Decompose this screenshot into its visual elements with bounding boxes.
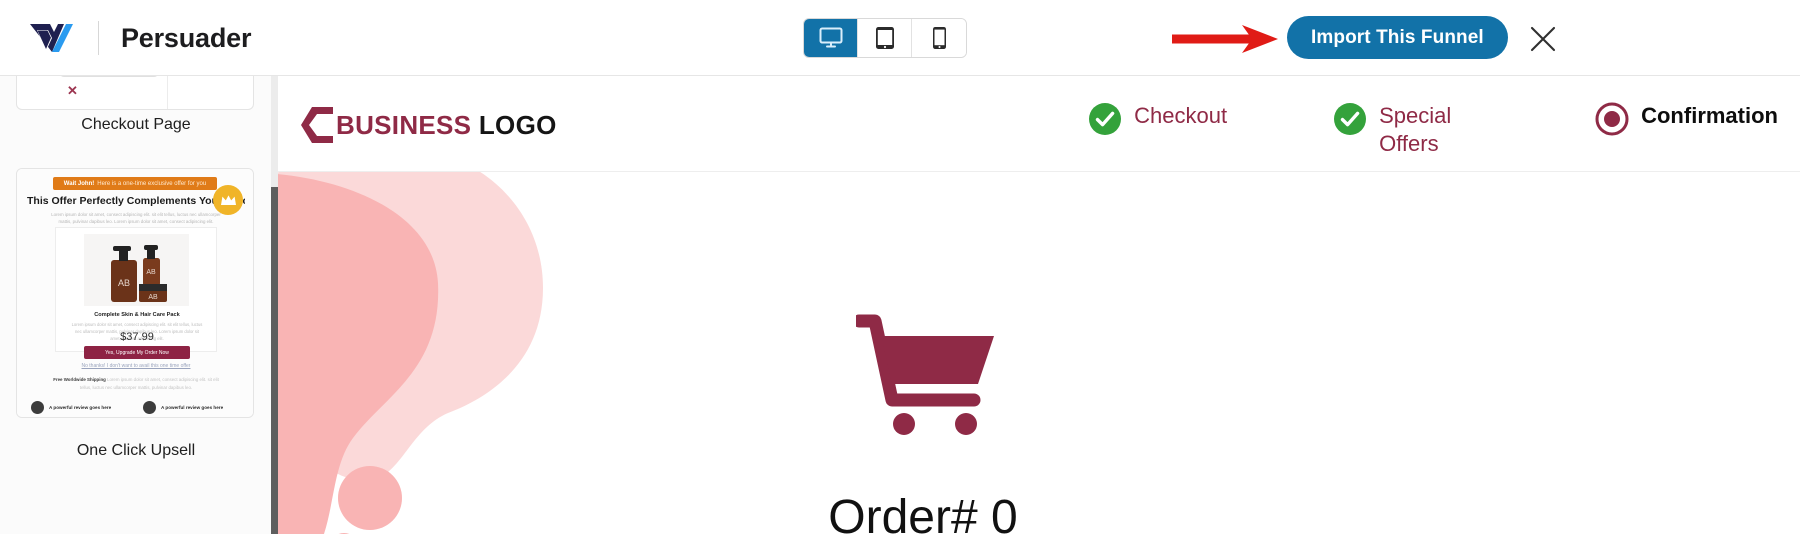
thumb-subtext: Lorem ipsum dolor sit amet, consect adip…: [51, 212, 221, 225]
decorative-blob: [278, 172, 543, 534]
device-toggle-group[interactable]: [803, 18, 967, 58]
thumb-payment-panel: Payment Information: [167, 76, 253, 109]
thumb-product-card: AB AB AB Complete Skin & Hair Care Pack …: [55, 227, 217, 359]
thumb-banner-text: Here is a one-time exclusive offer for y…: [97, 180, 207, 187]
red-arrow-icon: [1172, 25, 1278, 53]
preview-page-body: Order# 0: [278, 172, 1800, 534]
thumb-banner-bold: Wait John!: [63, 180, 95, 187]
radio-filled-icon: [1595, 102, 1629, 136]
thumb-footer-bold: Free Worldwide Shipping: [53, 377, 106, 382]
check-circle-icon: [1089, 103, 1122, 135]
thumb-upgrade-button[interactable]: Yes, Upgrade My Order Now: [84, 346, 190, 359]
business-logo-primary: BUSINESS: [336, 109, 472, 140]
thumb-footer-text: Free Worldwide Shipping Lorem ipsum dolo…: [51, 376, 221, 392]
step-checkout[interactable]: Checkout: [1088, 102, 1227, 136]
thumb-form-box: [59, 76, 159, 77]
svg-text:AB: AB: [148, 294, 158, 301]
svg-text:AB: AB: [117, 278, 129, 288]
thumb-close-mark: ✕: [67, 83, 78, 98]
step-confirmation[interactable]: Confirmation: [1595, 102, 1778, 136]
svg-text:AB: AB: [146, 269, 156, 276]
desktop-icon: [819, 27, 842, 48]
crown-icon: [220, 194, 236, 205]
import-funnel-button[interactable]: Import This Funnel: [1287, 16, 1508, 59]
check-circle-icon: [1334, 103, 1367, 135]
avatar: [31, 401, 44, 414]
shopping-cart-icon: [856, 314, 994, 435]
thumb-product-name: Complete Skin & Hair Care Pack: [94, 312, 180, 318]
brand: Persuader: [28, 14, 251, 62]
brand-name: Persuader: [121, 22, 252, 53]
preview-page-header: BUSINESS LOGO Checkout Special Offers Co…: [278, 76, 1800, 172]
page-label-upsell: One Click Upsell: [76, 442, 196, 459]
device-toggle-tablet[interactable]: [858, 19, 912, 57]
close-button[interactable]: [1522, 18, 1564, 60]
sidebar-scrollbar-thumb[interactable]: [271, 187, 278, 534]
checkout-steps: Checkout Special Offers Confirmation: [1088, 102, 1778, 157]
page-thumbnail-checkout[interactable]: Payment Information ✕: [16, 76, 254, 110]
device-toggle-desktop[interactable]: [804, 19, 858, 57]
order-number-text: Order# 0: [828, 491, 1018, 534]
v-logo-icon: [30, 24, 73, 52]
mobile-icon: [932, 27, 946, 49]
business-logo-secondary: LOGO: [478, 109, 557, 140]
funnel-preview-pane: BUSINESS LOGO Checkout Special Offers Co…: [278, 76, 1800, 534]
thumb-product-image: AB AB AB: [84, 234, 189, 306]
page-thumbnail-upsell[interactable]: Wait John! Here is a one-time exclusive o…: [16, 168, 254, 418]
app-top-bar: Persuader Import This Funnel: [0, 0, 1800, 76]
step-special-offers[interactable]: Special Offers: [1333, 102, 1489, 157]
pages-sidebar[interactable]: Payment Information ✕ Checkout Page Wait…: [0, 76, 272, 534]
brand-divider: [98, 21, 99, 55]
avatar: [143, 401, 156, 414]
thumb-product-price: $37.99: [120, 331, 154, 343]
thumb-decline-link[interactable]: No thanks! I don't want to avail this on…: [17, 363, 253, 369]
thumb-offer-banner: Wait John! Here is a one-time exclusive o…: [53, 177, 217, 190]
tablet-icon: [875, 27, 894, 49]
thumb-testimonial-right: A powerful review goes here: [143, 401, 223, 414]
product-bottles-icon: AB AB AB: [110, 245, 167, 302]
step-label-special-offers: Special Offers: [1379, 103, 1452, 156]
step-label-confirmation: Confirmation: [1641, 103, 1778, 128]
step-label-checkout: Checkout: [1134, 103, 1228, 128]
business-logo: BUSINESS LOGO: [300, 104, 557, 146]
thumb-testimonial-left: A powerful review goes here: [31, 401, 111, 414]
device-toggle-mobile[interactable]: [912, 19, 966, 57]
close-icon: [1530, 26, 1556, 52]
page-label-checkout: Checkout Page: [81, 116, 191, 133]
business-logo-text: BUSINESS LOGO: [336, 110, 557, 141]
chevron-mark-icon: [301, 107, 333, 143]
